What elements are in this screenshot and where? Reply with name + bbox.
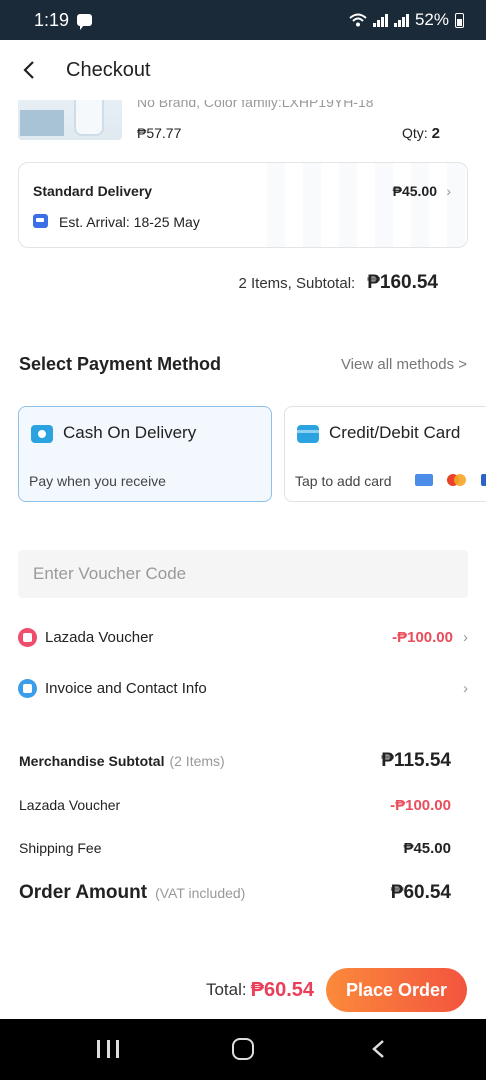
visa-logo-icon [481,474,486,486]
order-amount-value: ₱60.54 [390,882,451,903]
message-notification-icon [77,14,93,30]
order-amount-label: Order Amount [19,882,148,903]
chevron-right-icon: › [463,679,468,697]
system-back-icon[interactable] [370,1039,388,1059]
delivery-eta: Est. Arrival: 18-25 May [59,214,200,230]
amex-logo-icon [415,474,433,486]
place-order-button[interactable]: Place Order [326,968,467,1012]
status-bar: 1:19 52% [0,0,486,40]
home-button[interactable] [232,1038,254,1060]
merchandise-subtotal-row: Merchandise Subtotal (2 Items) ₱115.54 [19,750,451,772]
card-brand-logos [415,474,486,486]
items-subtotal: 2 Items, Subtotal: ₱160.54 [238,272,438,294]
signal-icon-2 [393,13,409,27]
voucher-discount-row: Lazada Voucher -₱100.00 [19,797,451,814]
payment-option-card[interactable]: Credit/Debit Card Tap to add card [284,406,486,502]
payment-option-desc: Pay when you receive [29,473,166,489]
total-label: Total: [205,980,247,999]
invoice-icon [18,678,37,698]
qty-label: Qty: [401,125,428,141]
items-subtotal-value: ₱160.54 [367,272,438,293]
delivery-option-card[interactable]: Standard Delivery ₱45.00 › Est. Arrival:… [18,162,468,248]
status-time: 1:19 [34,9,70,30]
payment-option-name: Credit/Debit Card [329,423,461,442]
items-subtotal-label: 2 Items, Subtotal: [238,275,356,292]
voucher-code-input[interactable] [18,550,468,598]
signal-icon [372,13,388,27]
payment-section-title: Select Payment Method [19,354,222,374]
delivery-name: Standard Delivery [33,183,153,199]
wifi-icon [349,13,367,27]
merch-subtotal-value: ₱115.54 [381,750,451,771]
truck-icon [33,214,48,228]
back-button[interactable] [0,40,60,100]
qty-value: 2 [431,125,440,142]
payment-option-name: Cash On Delivery [63,423,197,442]
cash-icon [31,425,53,443]
status-indicators: 52% [349,10,464,30]
header: Checkout [0,40,486,100]
checkout-footer: Total: ₱60.54 Place Order [0,962,486,1018]
voucher-icon [18,627,37,647]
merch-subtotal-label: Merchandise Subtotal [19,753,165,769]
payment-option-cod[interactable]: Cash On Delivery Pay when you receive [18,406,272,502]
order-amount-row: Order Amount (VAT included) ₱60.54 [19,882,451,904]
delivery-fee: ₱45.00 [392,183,437,199]
view-all-methods-link[interactable]: View all methods > [341,356,467,373]
credit-card-icon [297,425,319,443]
voucher-discount-value: -₱100.00 [390,797,451,814]
shipping-fee-row: Shipping Fee ₱45.00 [19,840,451,857]
shipping-fee-label: Shipping Fee [19,840,102,856]
shipping-fee-value: ₱45.00 [403,840,451,857]
mastercard-logo-icon [447,474,467,486]
lazada-voucher-value: -₱100.00 [392,628,453,646]
invoice-contact-row[interactable]: Invoice and Contact Info › [18,673,468,703]
invoice-contact-label: Invoice and Contact Info [45,679,207,697]
chevron-right-icon: › [446,183,451,199]
battery-percent: 52% [414,10,449,29]
page-title: Checkout [66,58,151,81]
product-price: ₱57.77 [137,125,182,141]
lazada-voucher-row[interactable]: Lazada Voucher -₱100.00 › [18,622,468,652]
back-arrow-icon [23,61,34,79]
lazada-voucher-label: Lazada Voucher [45,628,154,646]
battery-icon [455,12,464,28]
order-amount-note: (VAT included) [155,885,246,901]
merch-subtotal-note: (2 Items) [169,753,225,769]
system-nav-bar [0,1019,486,1080]
payment-option-desc: Tap to add card [295,473,392,489]
product-quantity: Qty: 2 [402,125,440,142]
voucher-discount-label: Lazada Voucher [19,797,121,813]
recent-apps-button[interactable] [97,1040,119,1058]
total-value: ₱60.54 [250,978,314,1001]
chevron-right-icon: › [463,628,468,646]
